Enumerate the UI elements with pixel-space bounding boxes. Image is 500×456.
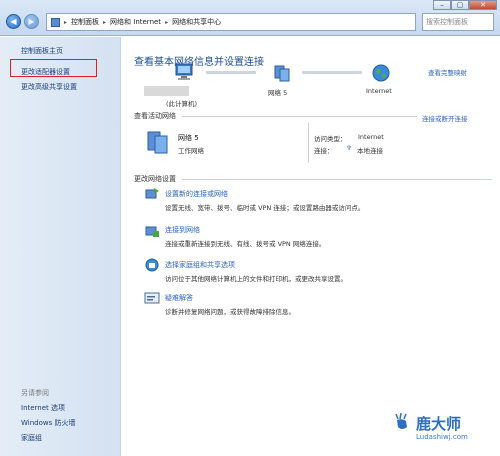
access-type-value: Internet [358, 133, 384, 141]
homegroup-sharing-link[interactable]: 选择家庭组和共享选项 [165, 260, 235, 270]
chevron-right-icon: ▸ [103, 18, 107, 26]
deer-logo-icon [395, 412, 407, 429]
breadcrumb-item[interactable]: 网络和 Internet [110, 17, 161, 27]
search-input[interactable]: 搜索控制面板 [422, 13, 494, 31]
sidebar-item-home[interactable]: 控制面板主页 [21, 46, 63, 56]
network-icon[interactable] [272, 64, 292, 84]
control-panel-icon [51, 17, 60, 27]
watermark: 鹿大师 Ludashiwj.com [392, 412, 468, 441]
network-name: 网络 5 [178, 134, 199, 142]
watermark-url: Ludashiwj.com [416, 433, 468, 441]
minimize-button[interactable]: – [433, 0, 451, 10]
active-networks-title: 查看活动网络 [134, 112, 176, 120]
divider [308, 123, 309, 163]
sidebar-item-homegroup[interactable]: 家庭组 [21, 433, 42, 443]
new-connection-icon [144, 187, 160, 201]
view-full-map-link[interactable]: 查看完整映射 [428, 67, 467, 77]
network-label: 网络 5 [268, 89, 288, 97]
computer-icon[interactable] [174, 63, 194, 83]
wired-connection-icon: ♆ [346, 144, 352, 152]
troubleshoot-link[interactable]: 疑难解答 [165, 293, 193, 303]
chevron-right-icon: ▸ [165, 18, 169, 26]
divider [182, 116, 417, 117]
address-bar[interactable]: ▸ 控制面板 ▸ 网络和 Internet ▸ 网络和共享中心 [46, 13, 416, 31]
see-also-title: 另请参阅 [21, 389, 49, 397]
divider [182, 179, 492, 180]
main-content: 查看基本网络信息并设置连接 查看完整映射 (此计算机) 网络 5 Interne… [122, 37, 500, 456]
task-description: 连接或重新连接到无线、有线、拨号或 VPN 网络连接。 [165, 240, 326, 248]
maximize-button[interactable]: ▢ [451, 0, 469, 10]
task-description: 诊断并修复网络问题，或获得故障排除信息。 [165, 308, 295, 316]
window-titlebar: ◀ ▶ ▸ 控制面板 ▸ 网络和 Internet ▸ 网络和共享中心 搜索控制… [0, 0, 500, 36]
setup-connection-link[interactable]: 设置新的连接或网络 [165, 189, 228, 199]
internet-label: Internet [366, 87, 392, 95]
forward-icon[interactable]: ▶ [24, 14, 39, 29]
window-controls: – ▢ ✕ [433, 0, 497, 10]
breadcrumb-item[interactable]: 网络和共享中心 [172, 17, 221, 27]
computer-name-redacted [144, 86, 189, 96]
change-settings-title: 更改网络设置 [134, 175, 176, 183]
network-type-link[interactable]: 工作网络 [178, 145, 204, 155]
computer-label: (此计算机) [166, 100, 198, 108]
connection-label: 连接： [314, 147, 334, 155]
sidebar-item-advanced-sharing[interactable]: 更改高级共享设置 [21, 82, 77, 92]
sidebar-item-adapter[interactable]: 更改适配器设置 [21, 67, 70, 77]
watermark-title: 鹿大师 [416, 414, 462, 433]
network-icon [144, 130, 172, 156]
troubleshoot-icon [144, 291, 160, 305]
map-connector [206, 71, 256, 74]
chevron-right-icon: ▸ [64, 18, 68, 26]
task-description: 设置无线、宽带、拨号、临时或 VPN 连接；或设置路由器或访问点。 [165, 204, 365, 212]
sidebar-item-firewall[interactable]: Windows 防火墙 [21, 418, 75, 428]
connect-to-network-link[interactable]: 连接到网络 [165, 225, 200, 235]
page-title: 查看基本网络信息并设置连接 [134, 57, 264, 68]
back-icon[interactable]: ◀ [6, 14, 21, 29]
access-type-label: 访问类型： [314, 135, 347, 143]
breadcrumb-item[interactable]: 控制面板 [71, 17, 99, 27]
sidebar-item-internet-options[interactable]: Internet 选项 [21, 403, 65, 413]
local-connection-link[interactable]: 本地连接 [357, 145, 383, 155]
connect-network-icon [144, 224, 160, 238]
sidebar: 控制面板主页 更改适配器设置 更改高级共享设置 另请参阅 Internet 选项… [0, 37, 121, 456]
globe-icon[interactable] [372, 64, 390, 84]
close-button[interactable]: ✕ [469, 0, 497, 10]
homegroup-icon [144, 258, 160, 272]
map-connector [302, 71, 362, 74]
connect-disconnect-link[interactable]: 连接或断开连接 [422, 113, 468, 123]
task-description: 访问位于其他网络计算机上的文件和打印机，或更改共享设置。 [165, 275, 347, 283]
